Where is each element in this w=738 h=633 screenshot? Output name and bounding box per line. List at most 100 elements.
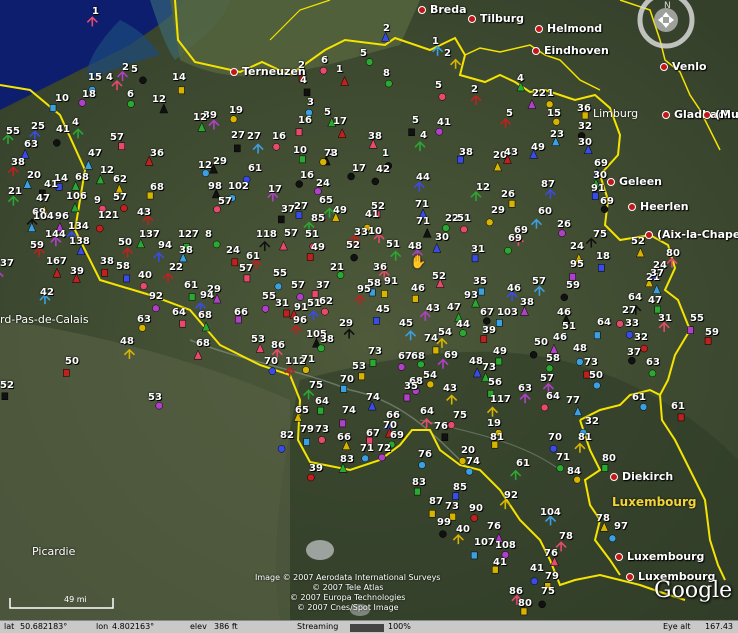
placemark-icon[interactable] xyxy=(340,75,350,86)
placemark-icon[interactable] xyxy=(234,144,241,153)
placemark-icon[interactable] xyxy=(573,475,581,484)
placemark-icon[interactable] xyxy=(552,118,561,126)
placemark-icon[interactable] xyxy=(450,58,462,69)
placemark-icon[interactable] xyxy=(317,406,324,415)
placemark-icon[interactable] xyxy=(378,453,386,462)
placemark-icon[interactable] xyxy=(139,282,148,290)
placemark-icon[interactable] xyxy=(121,247,134,258)
placemark-icon[interactable] xyxy=(139,76,147,84)
placemark-icon[interactable] xyxy=(704,337,712,345)
placemark-icon[interactable] xyxy=(639,403,648,411)
placemark-icon[interactable] xyxy=(7,166,19,177)
placemark-icon[interactable] xyxy=(179,319,186,328)
placemark-icon[interactable] xyxy=(687,326,694,335)
placemark-icon[interactable] xyxy=(608,534,617,543)
placemark-icon[interactable] xyxy=(426,380,435,389)
placemark-icon[interactable] xyxy=(436,337,448,348)
placemark-icon[interactable] xyxy=(510,469,522,480)
placemark-icon[interactable] xyxy=(118,142,125,150)
placemark-icon[interactable] xyxy=(545,100,554,109)
placemark-icon[interactable] xyxy=(321,307,329,316)
placemark-icon[interactable] xyxy=(439,530,447,538)
placemark-icon[interactable] xyxy=(201,321,211,332)
placemark-icon[interactable] xyxy=(365,58,374,66)
placemark-icon[interactable] xyxy=(138,324,147,332)
placemark-icon[interactable] xyxy=(1,392,9,401)
placemark-icon[interactable] xyxy=(459,329,467,337)
placemark-icon[interactable] xyxy=(27,222,37,232)
placemark-icon[interactable] xyxy=(496,319,503,327)
placemark-icon[interactable] xyxy=(0,272,4,281)
placemark-icon[interactable] xyxy=(470,551,478,560)
placemark-icon[interactable] xyxy=(339,419,346,428)
placemark-icon[interactable] xyxy=(369,359,377,367)
placemark-icon[interactable] xyxy=(421,418,433,429)
placemark-icon[interactable] xyxy=(437,358,449,369)
placemark-icon[interactable] xyxy=(593,381,601,390)
placemark-icon[interactable] xyxy=(573,405,583,416)
placemark-icon[interactable] xyxy=(452,533,464,545)
placemark-icon[interactable] xyxy=(290,324,302,335)
placemark-icon[interactable] xyxy=(127,100,135,108)
placemark-icon[interactable] xyxy=(431,45,444,56)
placemark-icon[interactable] xyxy=(155,401,163,410)
placemark-icon[interactable] xyxy=(519,393,531,404)
placemark-icon[interactable] xyxy=(405,330,417,341)
placemark-icon[interactable] xyxy=(307,310,320,321)
placemark-icon[interactable] xyxy=(544,188,556,199)
city-label[interactable]: Terneuzen xyxy=(230,65,306,78)
placemark-icon[interactable] xyxy=(354,294,366,305)
placemark-icon[interactable] xyxy=(530,218,543,229)
placemark-icon[interactable] xyxy=(279,240,288,251)
placemark-icon[interactable] xyxy=(299,155,306,164)
placemark-icon[interactable] xyxy=(303,438,310,446)
placemark-icon[interactable] xyxy=(295,211,303,219)
placemark-icon[interactable] xyxy=(277,445,286,453)
placemark-icon[interactable] xyxy=(472,367,482,378)
placemark-icon[interactable] xyxy=(478,287,485,296)
placemark-icon[interactable] xyxy=(162,272,174,283)
placemark-icon[interactable] xyxy=(460,225,468,234)
placemark-icon[interactable] xyxy=(278,215,285,224)
placemark-icon[interactable] xyxy=(495,357,503,366)
placemark-icon[interactable] xyxy=(318,436,326,444)
placemark-icon[interactable] xyxy=(295,128,303,136)
placemark-icon[interactable] xyxy=(303,88,311,97)
placemark-icon[interactable] xyxy=(485,218,494,227)
city-label[interactable]: Luxembourg xyxy=(615,550,704,563)
placemark-icon[interactable] xyxy=(390,250,402,261)
placemark-icon[interactable] xyxy=(306,253,314,261)
placemark-icon[interactable] xyxy=(86,16,98,27)
placemark-icon[interactable] xyxy=(284,366,296,377)
placemark-icon[interactable] xyxy=(188,293,196,301)
placemark-icon[interactable] xyxy=(243,274,251,283)
placemark-icon[interactable] xyxy=(136,238,146,249)
navigation-control[interactable]: N xyxy=(628,0,698,70)
city-label[interactable]: Diekirch xyxy=(610,470,673,483)
placemark-icon[interactable] xyxy=(296,293,304,301)
placemark-icon[interactable] xyxy=(556,464,564,472)
placemark-icon[interactable] xyxy=(153,251,165,262)
placemark-icon[interactable] xyxy=(197,121,207,132)
placemark-icon[interactable] xyxy=(677,413,685,422)
placemark-icon[interactable] xyxy=(178,86,185,95)
city-label[interactable]: Heerlen xyxy=(628,200,689,213)
map-view[interactable]: 1 2 1 2 5 2 5 14 15 4 2 4 6 1 8 5 4 22 1 2 10 18 6 12 36 55 25 41 4 5… xyxy=(0,0,738,620)
placemark-icon[interactable] xyxy=(208,119,220,130)
placemark-icon[interactable] xyxy=(159,103,169,114)
placemark-icon[interactable] xyxy=(465,467,474,476)
placemark-icon[interactable] xyxy=(533,285,545,296)
placemark-icon[interactable] xyxy=(435,127,443,136)
placemark-icon[interactable] xyxy=(397,363,406,371)
placemark-icon[interactable] xyxy=(252,143,264,154)
placemark-icon[interactable] xyxy=(529,351,538,359)
placemark-icon[interactable] xyxy=(319,66,328,75)
placemark-icon[interactable] xyxy=(212,240,221,249)
placemark-icon[interactable] xyxy=(574,442,586,453)
placemark-icon[interactable] xyxy=(636,247,645,258)
city-label[interactable]: (Mu xyxy=(703,108,738,121)
placemark-icon[interactable] xyxy=(70,202,80,213)
placemark-icon[interactable] xyxy=(95,224,104,233)
placemark-icon[interactable] xyxy=(303,389,315,400)
city-label[interactable]: (Aix-la-Chape xyxy=(645,228,738,241)
